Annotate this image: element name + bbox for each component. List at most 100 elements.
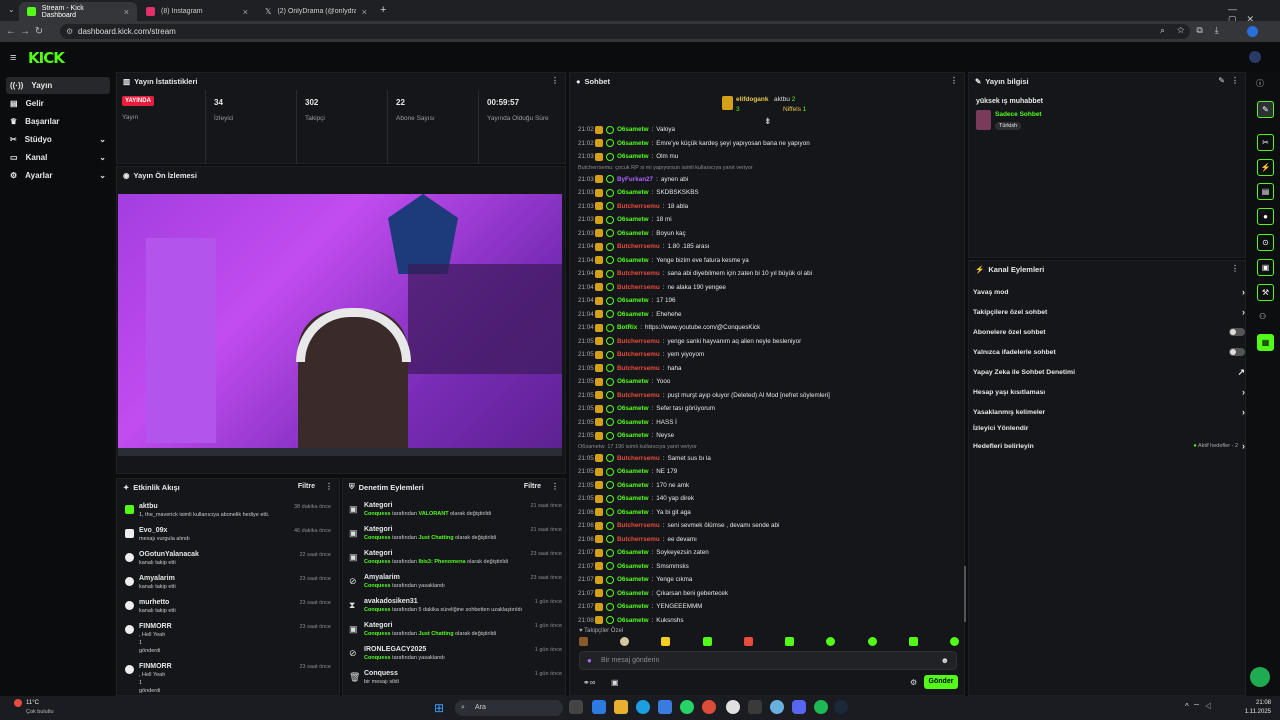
- chat-message[interactable]: 21:03 O6sametw: SKDBSKSKBS: [578, 186, 958, 200]
- user-avatar[interactable]: [1249, 51, 1261, 63]
- emote-icon[interactable]: [743, 637, 753, 646]
- category-name[interactable]: Sadece Sohbet: [995, 111, 1042, 118]
- emote-icon[interactable]: [908, 637, 918, 646]
- tab-instagram[interactable]: (8) Instagram ×: [138, 2, 256, 21]
- windows-start-icon[interactable]: ⊞: [434, 701, 444, 715]
- copilot-icon[interactable]: [592, 700, 606, 714]
- chat-message[interactable]: 21:08 O6sametw: Kuksnshs: [578, 614, 958, 628]
- chat-username[interactable]: O6sametw: [617, 482, 649, 489]
- settings-icon[interactable]: ⚙: [910, 678, 917, 687]
- chat-username[interactable]: O6sametw: [617, 140, 649, 147]
- profile-avatar-icon[interactable]: [1247, 26, 1258, 37]
- chat-username[interactable]: O6sametw: [617, 419, 649, 426]
- chat-message[interactable]: 21:05 Butcherrsemu: puşt murşt ayıp oluyor…: [578, 389, 958, 403]
- more-icon[interactable]: ⋮: [325, 482, 333, 491]
- chat-username[interactable]: O6sametw: [617, 405, 649, 412]
- chat-username[interactable]: O6sametw: [617, 311, 649, 318]
- emoji-icon[interactable]: ☻: [941, 656, 949, 665]
- chat-username[interactable]: O6sametw: [617, 576, 649, 583]
- support-chat-icon[interactable]: [1250, 667, 1270, 687]
- apps-icon[interactable]: ⚇: [1259, 312, 1266, 321]
- sidebar-item-yayin[interactable]: ((·)) Yayın: [6, 77, 110, 94]
- channel-action-item[interactable]: Yapay Zeka ile Sohbet Denetimi ↗: [973, 362, 1245, 382]
- chat-username[interactable]: Butcherrsemu: [617, 338, 660, 345]
- chat-message[interactable]: 21:04 Butcherrsemu: ne alaka 190 yengee: [578, 281, 958, 295]
- chat-message[interactable]: 21:07 O6sametw: YENGEEEMMM: [578, 600, 958, 614]
- layout-tool-button[interactable]: ▣: [1257, 259, 1274, 276]
- chat-username[interactable]: Butcherrsemu: [617, 270, 660, 277]
- weather-temp[interactable]: 11°C: [26, 700, 39, 706]
- emote-icon[interactable]: [785, 637, 795, 646]
- chrome-profile-icon[interactable]: [726, 700, 740, 714]
- reload-icon[interactable]: ↻: [32, 26, 46, 37]
- channel-action-item[interactable]: Abonelere özel sohbet: [973, 322, 1245, 342]
- chat-message[interactable]: 21:05 O6sametw: Sefer tası görüyorum: [578, 402, 958, 416]
- emote-icon[interactable]: [867, 637, 877, 646]
- app-icon[interactable]: [770, 700, 784, 714]
- channel-action-item[interactable]: İzleyici Yönlendir: [973, 418, 1245, 438]
- chrome-icon[interactable]: [702, 700, 716, 714]
- chat-message[interactable]: 21:07 O6sametw: Çıkarsan beni gebertecek: [578, 587, 958, 601]
- top-gifter-name[interactable]: elifdogank: [736, 96, 769, 103]
- chat-username[interactable]: ByFurkan27: [617, 176, 653, 183]
- new-tab-icon[interactable]: +: [380, 4, 386, 16]
- chat-message[interactable]: 21:05 Butcherrsemu: haha: [578, 362, 958, 376]
- explorer-icon[interactable]: [614, 700, 628, 714]
- chat-username[interactable]: O6sametw: [617, 549, 649, 556]
- close-icon[interactable]: ×: [362, 7, 367, 17]
- wrench-tool-button[interactable]: ⚒: [1257, 284, 1274, 301]
- chat-tools-icon[interactable]: ⚭∞: [583, 678, 595, 687]
- chat-message[interactable]: 21:05 Butcherrsemu: yenge sanki hayvanım a…: [578, 335, 958, 349]
- chat-message[interactable]: 21:02 O6sametw: Emre'ye küçük kardeş şeyi …: [578, 137, 958, 151]
- chat-username[interactable]: O6sametw: [617, 378, 649, 385]
- chat-username[interactable]: O6sametw: [617, 216, 649, 223]
- chat-message[interactable]: 21:06 Butcherrsemu: seni sevmek ölümse , d…: [578, 519, 958, 533]
- emote-icon[interactable]: [620, 637, 630, 646]
- emote-icon[interactable]: [661, 637, 671, 646]
- taskbar-search[interactable]: ⌕ Ara: [455, 700, 563, 716]
- forward-icon[interactable]: →: [18, 26, 32, 37]
- site-info-icon[interactable]: ⚙: [66, 27, 73, 36]
- more-icon[interactable]: ⋮: [1231, 264, 1239, 273]
- chat-message[interactable]: 21:05 O6sametw: HASS İ: [578, 416, 958, 430]
- chat-message[interactable]: 21:03 O6sametw: Olm mu: [578, 150, 958, 164]
- steam-icon[interactable]: [834, 700, 848, 714]
- edit-tool-button[interactable]: ✎: [1257, 101, 1274, 118]
- emote-icon[interactable]: [579, 637, 588, 646]
- emote-icon[interactable]: [949, 637, 959, 646]
- info-icon[interactable]: ⓘ: [1256, 78, 1264, 89]
- toggle-switch[interactable]: [1229, 328, 1245, 336]
- more-icon[interactable]: ⋮: [950, 76, 958, 85]
- chat-username[interactable]: O6sametw: [617, 432, 649, 439]
- chat-username[interactable]: O6sametw: [617, 153, 649, 160]
- more-icon[interactable]: ⋮: [1231, 76, 1239, 85]
- chat-message[interactable]: 21:04 BotRix: https://www.youtube.com/@Con…: [578, 321, 958, 335]
- chat-username[interactable]: Butcherrsemu: [617, 455, 660, 462]
- chat-message[interactable]: 21:06 O6sametw: Ya bi git aga: [578, 506, 958, 520]
- chat-username[interactable]: O6sametw: [617, 126, 649, 133]
- sidebar-item-gelir[interactable]: ▤ Gelir: [6, 95, 110, 112]
- chat-message[interactable]: 21:07 O6sametw: Soykeyezsin zaten: [578, 546, 958, 560]
- chat-message[interactable]: 21:05 O6sametw: Yooo: [578, 375, 958, 389]
- mic-icon[interactable]: ●: [587, 656, 592, 665]
- whatsapp-icon[interactable]: [680, 700, 694, 714]
- close-icon[interactable]: ×: [243, 7, 248, 17]
- toggle-switch[interactable]: [1229, 348, 1245, 356]
- tab-kick[interactable]: Stream - Kick Dashboard ×: [19, 2, 137, 21]
- top-gifter-3[interactable]: Niffels 1: [783, 106, 806, 113]
- spotify-icon[interactable]: [814, 700, 828, 714]
- chat-username[interactable]: Butcherrsemu: [617, 243, 660, 250]
- chat-message[interactable]: 21:05 O6sametw: NE 179: [578, 465, 958, 479]
- url-input[interactable]: dashboard.kick.com/stream: [60, 24, 1190, 39]
- sidebar-item-basarilar[interactable]: ♛ Başarılar: [6, 113, 110, 130]
- chat-message[interactable]: 21:05 O6sametw:140 yap direk: [578, 492, 958, 506]
- clip-tool-button[interactable]: ✂: [1257, 134, 1274, 151]
- back-icon[interactable]: ←: [4, 26, 18, 37]
- stream-video-preview[interactable]: [118, 194, 562, 456]
- chat-message[interactable]: 21:06 Butcherrsemu: ee devamı: [578, 533, 958, 547]
- chat-username[interactable]: O6sametw: [617, 230, 649, 237]
- chat-message[interactable]: 21:04 O6sametw: Ehehehe: [578, 308, 958, 322]
- more-icon[interactable]: ⋮: [551, 76, 559, 85]
- more-icon[interactable]: ⋮: [551, 482, 559, 491]
- channel-action-item[interactable]: Hedefleri belirleyin ● Aktif hedefler - 2…: [973, 436, 1245, 456]
